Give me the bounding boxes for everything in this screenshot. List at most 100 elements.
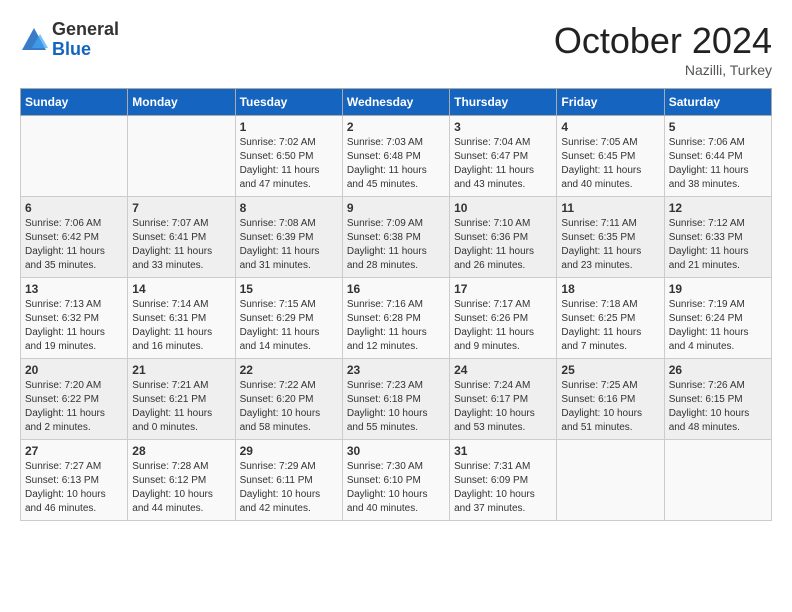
day-info: Sunrise: 7:12 AMSunset: 6:33 PMDaylight:…	[669, 217, 767, 273]
day-number: 29	[240, 444, 338, 458]
calendar-cell: 9 Sunrise: 7:09 AMSunset: 6:38 PMDaylight…	[342, 197, 449, 278]
calendar-header-row: SundayMondayTuesdayWednesdayThursdayFrid…	[21, 89, 772, 116]
day-info: Sunrise: 7:25 AMSunset: 6:16 PMDaylight:…	[561, 379, 659, 435]
day-number: 25	[561, 363, 659, 377]
day-number: 6	[25, 201, 123, 215]
day-info: Sunrise: 7:24 AMSunset: 6:17 PMDaylight:…	[454, 379, 552, 435]
calendar-cell: 10 Sunrise: 7:10 AMSunset: 6:36 PMDayligh…	[450, 197, 557, 278]
logo: General Blue	[20, 20, 119, 60]
calendar-cell	[128, 116, 235, 197]
day-info: Sunrise: 7:03 AMSunset: 6:48 PMDaylight:…	[347, 136, 445, 192]
day-info: Sunrise: 7:10 AMSunset: 6:36 PMDaylight:…	[454, 217, 552, 273]
calendar-cell: 11 Sunrise: 7:11 AMSunset: 6:35 PMDayligh…	[557, 197, 664, 278]
calendar-week-row: 13 Sunrise: 7:13 AMSunset: 6:32 PMDayligh…	[21, 278, 772, 359]
day-number: 26	[669, 363, 767, 377]
day-number: 20	[25, 363, 123, 377]
day-info: Sunrise: 7:14 AMSunset: 6:31 PMDaylight:…	[132, 298, 230, 354]
month-title: October 2024	[554, 20, 772, 62]
day-number: 28	[132, 444, 230, 458]
calendar-cell: 21 Sunrise: 7:21 AMSunset: 6:21 PMDayligh…	[128, 359, 235, 440]
logo-icon	[20, 26, 48, 54]
day-number: 5	[669, 120, 767, 134]
day-info: Sunrise: 7:09 AMSunset: 6:38 PMDaylight:…	[347, 217, 445, 273]
calendar-cell: 12Sunrise: 7:12 AMSunset: 6:33 PMDayligh…	[664, 197, 771, 278]
day-number: 3	[454, 120, 552, 134]
day-number: 30	[347, 444, 445, 458]
day-info: Sunrise: 7:29 AMSunset: 6:11 PMDaylight:…	[240, 460, 338, 516]
calendar-week-row: 20 Sunrise: 7:20 AMSunset: 6:22 PMDayligh…	[21, 359, 772, 440]
day-info: Sunrise: 7:07 AMSunset: 6:41 PMDaylight:…	[132, 217, 230, 273]
day-info: Sunrise: 7:17 AMSunset: 6:26 PMDaylight:…	[454, 298, 552, 354]
day-info: Sunrise: 7:15 AMSunset: 6:29 PMDaylight:…	[240, 298, 338, 354]
day-number: 31	[454, 444, 552, 458]
day-number: 10	[454, 201, 552, 215]
calendar-cell: 2Sunrise: 7:03 AMSunset: 6:48 PMDaylight…	[342, 116, 449, 197]
calendar-week-row: 27 Sunrise: 7:27 AMSunset: 6:13 PMDayligh…	[21, 440, 772, 521]
day-number: 19	[669, 282, 767, 296]
page-header: General Blue October 2024 Nazilli, Turke…	[20, 20, 772, 78]
day-number: 22	[240, 363, 338, 377]
day-info: Sunrise: 7:31 AMSunset: 6:09 PMDaylight:…	[454, 460, 552, 516]
calendar-cell	[21, 116, 128, 197]
calendar-cell: 4Sunrise: 7:05 AMSunset: 6:45 PMDaylight…	[557, 116, 664, 197]
day-info: Sunrise: 7:11 AMSunset: 6:35 PMDaylight:…	[561, 217, 659, 273]
day-info: Sunrise: 7:23 AMSunset: 6:18 PMDaylight:…	[347, 379, 445, 435]
day-info: Sunrise: 7:16 AMSunset: 6:28 PMDaylight:…	[347, 298, 445, 354]
calendar-week-row: 6 Sunrise: 7:06 AMSunset: 6:42 PMDaylight…	[21, 197, 772, 278]
calendar-cell	[664, 440, 771, 521]
day-info: Sunrise: 7:27 AMSunset: 6:13 PMDaylight:…	[25, 460, 123, 516]
calendar-cell: 22 Sunrise: 7:22 AMSunset: 6:20 PMDayligh…	[235, 359, 342, 440]
day-number: 21	[132, 363, 230, 377]
day-info: Sunrise: 7:18 AMSunset: 6:25 PMDaylight:…	[561, 298, 659, 354]
calendar-cell: 15Sunrise: 7:15 AMSunset: 6:29 PMDayligh…	[235, 278, 342, 359]
day-number: 27	[25, 444, 123, 458]
day-info: Sunrise: 7:26 AMSunset: 6:15 PMDaylight:…	[669, 379, 767, 435]
calendar-cell: 17Sunrise: 7:17 AMSunset: 6:26 PMDayligh…	[450, 278, 557, 359]
day-number: 14	[132, 282, 230, 296]
calendar-cell: 24 Sunrise: 7:24 AMSunset: 6:17 PMDayligh…	[450, 359, 557, 440]
calendar-cell: 13 Sunrise: 7:13 AMSunset: 6:32 PMDayligh…	[21, 278, 128, 359]
col-header-sunday: Sunday	[21, 89, 128, 116]
calendar-table: SundayMondayTuesdayWednesdayThursdayFrid…	[20, 88, 772, 521]
calendar-cell: 30 Sunrise: 7:30 AMSunset: 6:10 PMDayligh…	[342, 440, 449, 521]
day-number: 1	[240, 120, 338, 134]
logo-text: General Blue	[52, 20, 119, 60]
calendar-cell: 20 Sunrise: 7:20 AMSunset: 6:22 PMDayligh…	[21, 359, 128, 440]
day-info: Sunrise: 7:20 AMSunset: 6:22 PMDaylight:…	[25, 379, 123, 435]
day-info: Sunrise: 7:22 AMSunset: 6:20 PMDaylight:…	[240, 379, 338, 435]
calendar-cell: 16Sunrise: 7:16 AMSunset: 6:28 PMDayligh…	[342, 278, 449, 359]
day-info: Sunrise: 7:06 AMSunset: 6:42 PMDaylight:…	[25, 217, 123, 273]
day-number: 13	[25, 282, 123, 296]
logo-general-text: General	[52, 20, 119, 40]
col-header-saturday: Saturday	[664, 89, 771, 116]
day-info: Sunrise: 7:02 AMSunset: 6:50 PMDaylight:…	[240, 136, 338, 192]
day-info: Sunrise: 7:06 AMSunset: 6:44 PMDaylight:…	[669, 136, 767, 192]
calendar-cell: 25 Sunrise: 7:25 AMSunset: 6:16 PMDayligh…	[557, 359, 664, 440]
day-number: 11	[561, 201, 659, 215]
day-info: Sunrise: 7:08 AMSunset: 6:39 PMDaylight:…	[240, 217, 338, 273]
calendar-cell	[557, 440, 664, 521]
day-info: Sunrise: 7:28 AMSunset: 6:12 PMDaylight:…	[132, 460, 230, 516]
day-number: 9	[347, 201, 445, 215]
col-header-tuesday: Tuesday	[235, 89, 342, 116]
logo-blue-text: Blue	[52, 40, 119, 60]
day-info: Sunrise: 7:30 AMSunset: 6:10 PMDaylight:…	[347, 460, 445, 516]
day-info: Sunrise: 7:05 AMSunset: 6:45 PMDaylight:…	[561, 136, 659, 192]
calendar-cell: 6 Sunrise: 7:06 AMSunset: 6:42 PMDaylight…	[21, 197, 128, 278]
col-header-monday: Monday	[128, 89, 235, 116]
calendar-week-row: 1 Sunrise: 7:02 AMSunset: 6:50 PMDaylight…	[21, 116, 772, 197]
day-info: Sunrise: 7:13 AMSunset: 6:32 PMDaylight:…	[25, 298, 123, 354]
day-info: Sunrise: 7:04 AMSunset: 6:47 PMDaylight:…	[454, 136, 552, 192]
calendar-cell: 5 Sunrise: 7:06 AMSunset: 6:44 PMDaylight…	[664, 116, 771, 197]
calendar-cell: 18 Sunrise: 7:18 AMSunset: 6:25 PMDayligh…	[557, 278, 664, 359]
col-header-wednesday: Wednesday	[342, 89, 449, 116]
day-number: 24	[454, 363, 552, 377]
day-number: 18	[561, 282, 659, 296]
day-number: 7	[132, 201, 230, 215]
calendar-cell: 3 Sunrise: 7:04 AMSunset: 6:47 PMDaylight…	[450, 116, 557, 197]
day-number: 23	[347, 363, 445, 377]
location: Nazilli, Turkey	[554, 62, 772, 78]
day-info: Sunrise: 7:21 AMSunset: 6:21 PMDaylight:…	[132, 379, 230, 435]
title-block: October 2024 Nazilli, Turkey	[554, 20, 772, 78]
calendar-cell: 1 Sunrise: 7:02 AMSunset: 6:50 PMDaylight…	[235, 116, 342, 197]
